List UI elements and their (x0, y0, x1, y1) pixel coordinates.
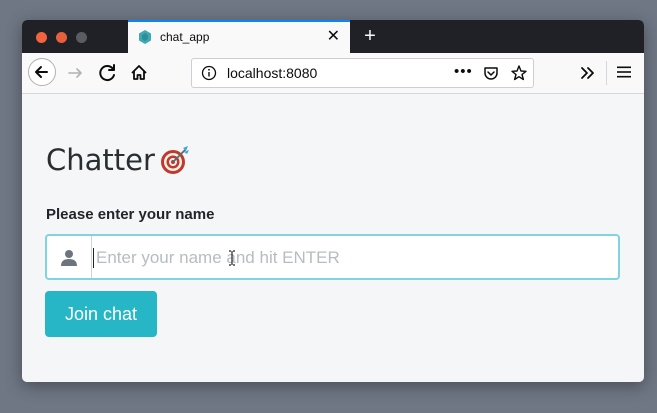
back-button[interactable] (28, 58, 56, 86)
name-label: Please enter your name (46, 206, 215, 223)
star-icon[interactable] (510, 64, 528, 82)
back-arrow-icon (35, 66, 48, 78)
name-input[interactable] (94, 242, 618, 274)
window-minimize-button[interactable] (56, 32, 67, 43)
direct-hit-target-icon (160, 146, 189, 174)
page-title: Chatter (46, 143, 155, 177)
reload-icon (99, 64, 115, 82)
window-close-button[interactable] (36, 32, 47, 43)
favicon-icon (139, 30, 151, 44)
tab-title: chat_app (160, 30, 210, 44)
hamburger-menu-icon[interactable] (616, 64, 632, 80)
url-text[interactable]: localhost:8080 (227, 65, 317, 81)
forward-button[interactable] (62, 59, 90, 87)
forward-arrow-icon (68, 68, 82, 78)
url-bar[interactable]: localhost:8080 ••• (191, 58, 534, 88)
browser-window: chat_app ✕ + localhost:8080 ••• Chatter … (22, 20, 644, 382)
tab-chat-app[interactable]: chat_app ✕ (128, 20, 350, 53)
pocket-icon[interactable] (483, 65, 499, 81)
page-content: Chatter Please enter your name Enter you… (22, 94, 644, 382)
page-header: Chatter (46, 143, 191, 177)
ibeam-cursor-icon (229, 250, 235, 266)
join-chat-button[interactable]: Join chat (45, 291, 157, 337)
info-icon[interactable] (201, 65, 217, 81)
reload-button[interactable] (94, 59, 122, 87)
toolbar-divider (606, 61, 607, 85)
navigation-bar: localhost:8080 ••• (22, 53, 644, 94)
user-icon (61, 250, 77, 266)
tab-close-icon[interactable]: ✕ (327, 27, 340, 47)
tab-bar: chat_app ✕ + (22, 20, 644, 53)
window-maximize-button[interactable] (76, 32, 87, 43)
home-icon (131, 65, 147, 80)
home-button[interactable] (125, 59, 153, 87)
chevron-double-right-icon[interactable] (578, 62, 598, 84)
name-input-group[interactable] (45, 234, 620, 280)
page-actions-icon[interactable]: ••• (454, 63, 473, 80)
new-tab-button[interactable]: + (359, 23, 381, 49)
input-addon-divider (91, 236, 92, 278)
